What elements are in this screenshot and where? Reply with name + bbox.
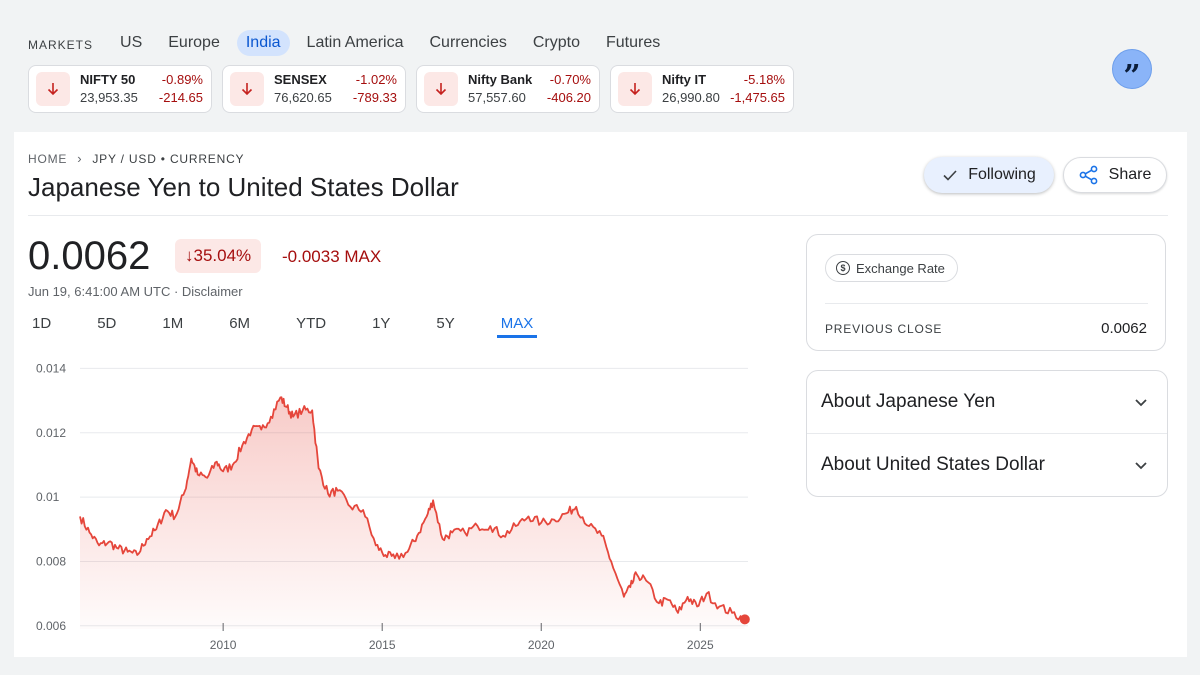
markets-bar: MARKETS US Europe India Latin America Cu… <box>0 0 1200 130</box>
ticker-card-sensex[interactable]: SENSEX -1.02% 76,620.65 -789.33 <box>222 65 406 113</box>
arrow-down-icon <box>424 72 458 106</box>
ticker-change: -214.65 <box>158 90 203 105</box>
x-tick-label: 2025 <box>687 638 714 652</box>
x-tick-label: 2015 <box>369 638 396 652</box>
divider <box>825 303 1148 304</box>
ticker-change: -406.20 <box>546 90 591 105</box>
ticker-value: 26,990.80 <box>662 90 720 105</box>
ticker-change: -789.33 <box>352 90 397 105</box>
x-tick-label: 2010 <box>210 638 237 652</box>
range-tab-5y[interactable]: 5Y <box>432 313 458 338</box>
y-tick-label: 0.006 <box>36 619 66 633</box>
about-japanese-yen[interactable]: About Japanese Yen <box>807 371 1167 433</box>
timestamp-disclaimer: Jun 19, 6:41:00 AM UTC · Disclaimer <box>28 284 243 299</box>
percent-change: 35.04% <box>193 246 252 265</box>
check-icon <box>943 170 957 181</box>
ticker-name: Nifty Bank <box>468 72 533 87</box>
dollar-icon: $ <box>836 261 850 275</box>
about-label: About Japanese Yen <box>821 391 996 412</box>
y-tick-label: 0.008 <box>36 554 66 568</box>
current-price: 0.0062 <box>28 234 151 278</box>
arrow-down-icon: ↓ <box>185 246 194 265</box>
ticker-card-nifty-50[interactable]: NIFTY 50 -0.89% 23,953.35 -214.65 <box>28 65 212 113</box>
ticker-row: NIFTY 50 -0.89% 23,953.35 -214.65 SENSEX -1… <box>28 65 804 113</box>
chevron-down-icon <box>1135 399 1147 407</box>
previous-close-card: $ Exchange Rate PREVIOUS CLOSE 0.0062 <box>806 234 1166 351</box>
markets-tab-us[interactable]: US <box>111 30 151 56</box>
ticker-name: NIFTY 50 <box>80 72 136 87</box>
range-tab-5d[interactable]: 5D <box>93 313 120 338</box>
markets-tab-currencies[interactable]: Currencies <box>420 30 515 56</box>
markets-tab-india[interactable]: India <box>236 30 290 56</box>
arrow-down-icon <box>36 72 70 106</box>
page-title: Japanese Yen to United States Dollar <box>28 172 459 202</box>
previous-close-label: PREVIOUS CLOSE <box>825 322 943 336</box>
following-button[interactable]: Following <box>924 157 1054 193</box>
share-button[interactable]: Share <box>1063 157 1167 193</box>
arrow-down-icon <box>618 72 652 106</box>
markets-tab-europe[interactable]: Europe <box>159 30 229 56</box>
y-tick-label: 0.012 <box>36 426 66 440</box>
breadcrumb-home[interactable]: HOME <box>28 152 67 166</box>
absolute-change: -0.0033 MAX <box>282 247 382 266</box>
about-label: About United States Dollar <box>821 454 1045 475</box>
markets-tab-crypto[interactable]: Crypto <box>524 30 589 56</box>
exchange-rate-label: Exchange Rate <box>856 260 945 276</box>
share-label: Share <box>1108 166 1152 183</box>
ticker-name: SENSEX <box>274 72 327 87</box>
markets-label: MARKETS <box>28 38 94 52</box>
main-panel: HOME › JPY / USD • CURRENCY Japanese Yen… <box>14 132 1187 657</box>
share-icon <box>1079 165 1098 185</box>
quote-icon[interactable]: ” <box>1112 49 1152 94</box>
ticker-change: -1,475.65 <box>730 90 785 105</box>
following-label: Following <box>968 166 1036 183</box>
ticker-card-nifty-bank[interactable]: Nifty Bank -0.70% 57,557.60 -406.20 <box>416 65 600 113</box>
y-tick-label: 0.01 <box>36 490 60 504</box>
chevron-down-icon <box>1135 462 1147 470</box>
price-area <box>80 397 745 629</box>
ticker-name: Nifty IT <box>662 72 707 87</box>
current-price-marker <box>739 614 750 625</box>
range-tabs: 1D 5D 1M 6M YTD 1Y 5Y MAX <box>28 313 575 338</box>
markets-tab-futures[interactable]: Futures <box>597 30 669 56</box>
about-united-states-dollar[interactable]: About United States Dollar <box>807 434 1167 496</box>
range-tab-1m[interactable]: 1M <box>158 313 187 338</box>
range-tab-1y[interactable]: 1Y <box>368 313 394 338</box>
ticker-value: 57,557.60 <box>468 90 526 105</box>
ticker-percent: -0.70% <box>549 72 591 87</box>
chevron-right-icon: › <box>77 151 83 166</box>
ticker-value: 23,953.35 <box>80 90 138 105</box>
ticker-percent: -0.89% <box>161 72 203 87</box>
divider <box>28 215 1168 216</box>
about-card: About Japanese Yen About United States D… <box>806 370 1168 497</box>
breadcrumb-current: JPY / USD • CURRENCY <box>92 151 245 166</box>
markets-tab-latin-america[interactable]: Latin America <box>298 30 413 56</box>
ticker-percent: -1.02% <box>355 72 397 87</box>
range-tab-6m[interactable]: 6M <box>225 313 254 338</box>
range-tab-ytd[interactable]: YTD <box>292 313 330 338</box>
breadcrumb: HOME › JPY / USD • CURRENCY <box>28 151 244 166</box>
percent-change-badge: ↓ 35.04% <box>175 239 262 273</box>
exchange-rate-chip[interactable]: $ Exchange Rate <box>825 254 958 282</box>
x-tick-label: 2020 <box>528 638 555 652</box>
arrow-down-icon <box>230 72 264 106</box>
ticker-card-nifty-it[interactable]: Nifty IT -5.18% 26,990.80 -1,475.65 <box>610 65 794 113</box>
ticker-value: 76,620.65 <box>274 90 332 105</box>
y-tick-label: 0.014 <box>36 361 66 375</box>
previous-close-value: 0.0062 <box>1101 320 1147 337</box>
ticker-percent: -5.18% <box>743 72 785 87</box>
range-tab-1d[interactable]: 1D <box>28 313 55 338</box>
price-chart[interactable]: 0.014 0.012 0.01 0.008 0.006 2010 2015 2020 202… <box>14 352 774 657</box>
range-tab-max[interactable]: MAX <box>496 313 538 338</box>
markets-tabs: MARKETS US Europe India Latin America Cu… <box>28 30 677 56</box>
